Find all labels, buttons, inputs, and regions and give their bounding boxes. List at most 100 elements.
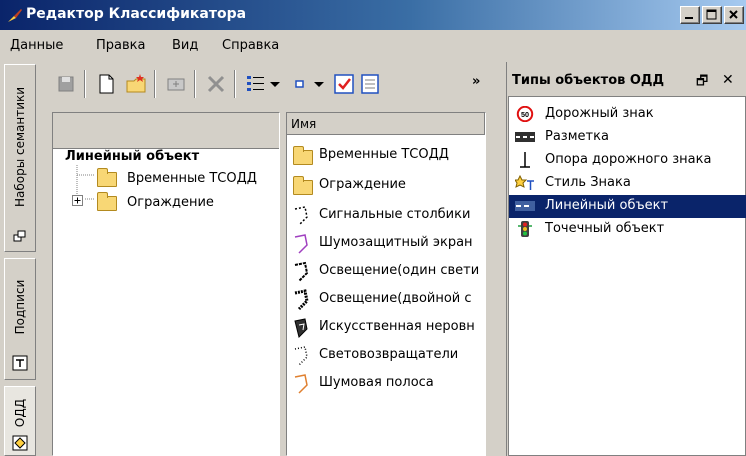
list-view-icon[interactable] xyxy=(244,72,268,96)
list-item-label: Освещение(двойной с xyxy=(319,291,472,306)
list-item[interactable]: Световозвращатели xyxy=(291,343,485,369)
maximize-icon xyxy=(706,9,717,20)
tree-root-title: Линейный объект xyxy=(65,149,200,164)
pane-gap xyxy=(486,112,504,456)
title-bar: Редактор Классификатора xyxy=(0,0,746,30)
folder-icon xyxy=(97,192,117,211)
types-panel-header: Типы объектов ОДД 🗗 ✕ xyxy=(506,64,746,96)
types-panel-title: Типы объектов ОДД xyxy=(512,73,665,88)
tab-odd-label: ОДД xyxy=(13,398,27,427)
lighting-double-icon xyxy=(294,289,309,311)
list-item-label: Сигнальные столбики xyxy=(319,207,471,222)
list-column-header-label: Имя xyxy=(291,117,317,131)
expand-icon[interactable] xyxy=(72,195,83,206)
toolbar-separator xyxy=(84,70,86,98)
type-item-label: Дорожный знак xyxy=(545,106,654,121)
list-pane: Имя Временные ТСОДД Ограждение Сигнальны… xyxy=(286,112,486,456)
lighting-single-icon xyxy=(294,261,309,282)
list-item[interactable]: Ограждение xyxy=(291,173,485,199)
properties-icon[interactable] xyxy=(358,72,382,96)
sign-post-icon xyxy=(520,152,530,168)
semantic-sets-icon xyxy=(13,230,26,242)
toolbar-separator xyxy=(234,70,236,98)
minimize-button[interactable] xyxy=(680,6,700,24)
dropdown-icon[interactable] xyxy=(312,72,326,96)
toolbar-overflow-button[interactable]: » xyxy=(472,74,480,89)
menu-data[interactable]: Данные xyxy=(10,38,63,53)
linear-object-icon xyxy=(515,201,535,211)
list-item[interactable]: Шумовая полоса xyxy=(291,371,485,397)
folder-icon xyxy=(293,176,313,195)
list-item-label: Искусственная неровн xyxy=(319,319,475,334)
type-item-label: Стиль Знака xyxy=(545,175,631,190)
type-item-label: Разметка xyxy=(545,129,609,144)
screen-line-icon xyxy=(294,234,308,254)
types-list: 50 Дорожный знак Разметка Опора дорожног… xyxy=(508,96,746,456)
folder-icon xyxy=(97,168,117,187)
type-item[interactable]: 50 Дорожный знак xyxy=(509,103,746,126)
list-item[interactable]: Искусственная неровн xyxy=(291,315,485,341)
list-item-label: Временные ТСОДД xyxy=(319,147,449,162)
list-item[interactable]: Освещение(двойной с xyxy=(291,287,485,313)
list-item-label: Ограждение xyxy=(319,177,406,192)
pin-icon[interactable]: 🗗 xyxy=(696,72,708,94)
list-item[interactable]: Освещение(один свети xyxy=(291,259,485,285)
toolbar: » xyxy=(46,62,504,106)
type-item-selected[interactable]: Линейный объект xyxy=(509,195,746,218)
list-item-label: Шумовая полоса xyxy=(319,375,434,390)
menu-bar: Данные Правка Вид Справка xyxy=(0,30,746,60)
minimize-icon xyxy=(685,17,693,19)
list-item-label: Шумозащитный экран xyxy=(319,235,473,250)
move-icon[interactable] xyxy=(164,72,188,96)
delete-icon[interactable] xyxy=(204,72,228,96)
list-item[interactable]: Временные ТСОДД xyxy=(291,143,485,169)
type-item-label: Линейный объект xyxy=(545,198,669,213)
type-item[interactable]: Стиль Знака xyxy=(509,172,746,195)
left-tab-strip: Наборы семантики Подписи ОДД xyxy=(0,62,46,456)
list-column-header-name[interactable]: Имя xyxy=(287,113,485,135)
tab-captions-label: Подписи xyxy=(13,279,27,335)
type-item-label: Опора дорожного знака xyxy=(545,152,712,167)
dotted-line-icon xyxy=(294,206,308,226)
captions-icon xyxy=(12,355,28,371)
tab-semantic-sets-label: Наборы семантики xyxy=(13,86,27,207)
tab-captions[interactable]: Подписи xyxy=(4,258,36,380)
close-icon xyxy=(729,10,738,19)
app-icon xyxy=(8,9,22,22)
point-object-icon xyxy=(518,221,532,237)
panel-close-icon[interactable]: ✕ xyxy=(722,72,734,88)
list-item[interactable]: Шумозащитный экран xyxy=(291,231,485,257)
close-button[interactable] xyxy=(724,6,744,24)
reflector-icon xyxy=(294,346,308,366)
road-sign-badge: 50 xyxy=(521,110,529,119)
type-item-label: Точечный объект xyxy=(545,221,665,236)
toolbar-separator xyxy=(154,70,156,98)
tree-item-label: Временные ТСОДД xyxy=(127,171,257,186)
toolbar-separator xyxy=(194,70,196,98)
noise-strip-icon xyxy=(294,374,308,394)
tab-semantic-sets[interactable]: Наборы семантики xyxy=(4,64,36,252)
menu-help[interactable]: Справка xyxy=(222,38,279,53)
menu-edit[interactable]: Правка xyxy=(96,38,145,53)
tree-header xyxy=(53,113,279,149)
road-sign-icon: 50 xyxy=(516,106,534,122)
checkbox-icon[interactable] xyxy=(332,72,356,96)
type-item[interactable]: Опора дорожного знака xyxy=(509,149,746,172)
menu-view[interactable]: Вид xyxy=(172,38,198,53)
tree-item-label: Ограждение xyxy=(127,195,214,210)
marking-icon xyxy=(515,132,535,142)
maximize-button[interactable] xyxy=(702,6,722,24)
folder-icon xyxy=(293,146,313,165)
sign-style-icon xyxy=(515,175,534,190)
dropdown-icon[interactable] xyxy=(268,72,282,96)
tab-odd[interactable]: ОДД xyxy=(4,386,36,456)
tree-pane: Линейный объект Временные ТСОДД Огражден… xyxy=(52,112,280,456)
list-item[interactable]: Сигнальные столбики xyxy=(291,203,485,229)
type-item[interactable]: Разметка xyxy=(509,126,746,149)
new-document-icon[interactable] xyxy=(94,72,118,96)
save-icon[interactable] xyxy=(54,72,78,96)
type-item[interactable]: Точечный объект xyxy=(509,218,746,241)
new-folder-icon[interactable] xyxy=(124,72,148,96)
list-item-label: Световозвращатели xyxy=(319,347,459,362)
small-icons-icon[interactable] xyxy=(288,72,312,96)
